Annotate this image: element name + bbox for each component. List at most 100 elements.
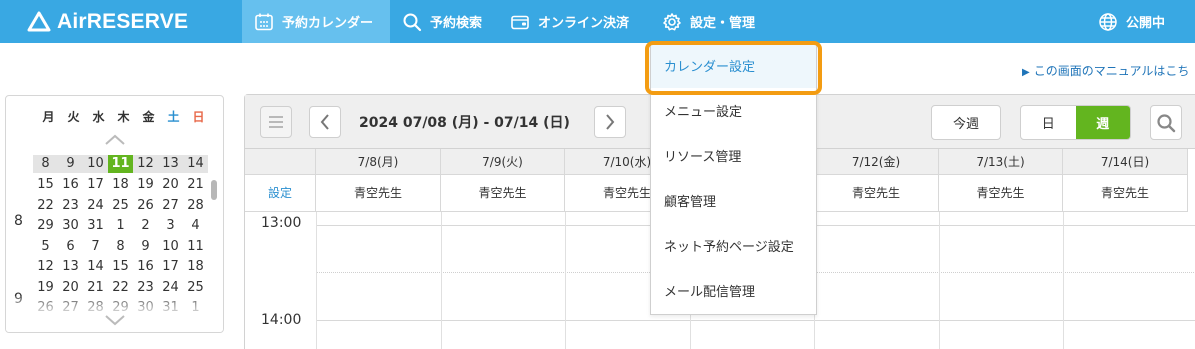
resource-name-cell[interactable]: 青空先生	[441, 175, 565, 212]
hamburger-icon	[269, 116, 283, 128]
sidebar-toggle-button[interactable]	[260, 106, 292, 138]
day-view-button[interactable]: 日	[1021, 106, 1076, 139]
mini-calendar-day[interactable]: 22	[33, 198, 58, 213]
mini-calendar-day[interactable]: 13	[58, 259, 83, 274]
mini-calendar-day[interactable]: 4	[183, 218, 208, 233]
mini-calendar-day[interactable]: 19	[133, 177, 158, 192]
resource-name-cell[interactable]: 青空先生	[316, 175, 441, 212]
logo-mark-icon	[27, 11, 51, 31]
mini-calendar-day[interactable]: 8	[108, 239, 133, 254]
nav-reservation-calendar[interactable]: 予約カレンダー	[242, 0, 390, 43]
mini-calendar-day[interactable]: 2	[133, 218, 158, 233]
resource-name-cell[interactable]: 青空先生	[939, 175, 1063, 212]
weekday-label: 月	[42, 110, 55, 124]
calendar-search-button[interactable]	[1150, 105, 1182, 140]
day-header[interactable]: 7/8(月)	[316, 149, 441, 175]
mini-calendar-day[interactable]: 29	[33, 218, 58, 233]
mini-calendar-day[interactable]: 21	[183, 177, 208, 192]
mini-calendar-day[interactable]: 6	[58, 239, 83, 254]
mini-calendar-day[interactable]: 16	[58, 177, 83, 192]
mini-calendar-day[interactable]: 15	[33, 177, 58, 192]
mini-calendar-day[interactable]: 20	[58, 280, 83, 295]
mini-calendar-day[interactable]: 18	[183, 259, 208, 274]
previous-week-button[interactable]	[309, 106, 341, 138]
mini-calendar-day[interactable]: 16	[133, 259, 158, 274]
mini-calendar-day[interactable]: 19	[33, 280, 58, 295]
chevron-down-icon[interactable]	[104, 314, 126, 326]
mini-calendar-day[interactable]: 17	[83, 177, 108, 192]
mini-calendar-week: 5 6 7 8 9 10 11	[33, 236, 208, 257]
mini-calendar-today[interactable]: 11	[108, 155, 133, 174]
next-week-button[interactable]	[594, 106, 626, 138]
mini-calendar-day[interactable]: 24	[158, 280, 183, 295]
mini-calendar-day[interactable]: 30	[58, 218, 83, 233]
highlight-box	[645, 41, 822, 95]
play-triangle-icon: ▶	[1022, 67, 1030, 78]
mini-calendar-day[interactable]: 8	[33, 155, 58, 174]
wallet-icon	[511, 15, 529, 29]
mini-calendar-day[interactable]: 17	[158, 259, 183, 274]
weekday-label-saturday: 土	[167, 110, 180, 124]
mini-calendar-week: 29 30 31 1 2 3 4	[33, 216, 208, 237]
mini-calendar-day[interactable]: 5	[33, 239, 58, 254]
mini-calendar-week: 8 9 10 11 12 13 14	[33, 154, 208, 175]
mini-calendar-day[interactable]: 28	[183, 198, 208, 213]
this-week-button[interactable]: 今週	[931, 105, 1001, 140]
nav-online-payment[interactable]: オンライン決済	[498, 0, 650, 43]
mini-calendar-day[interactable]: 9	[133, 239, 158, 254]
mini-calendar-day[interactable]: 21	[83, 280, 108, 295]
mini-calendar-day[interactable]: 20	[158, 177, 183, 192]
mini-calendar-day[interactable]: 9	[58, 155, 83, 174]
mini-calendar-day[interactable]: 10	[158, 239, 183, 254]
manual-link[interactable]: ▶ この画面のマニュアルはこち	[1022, 62, 1189, 79]
dropdown-item[interactable]: 顧客管理	[651, 178, 816, 223]
resource-name-cell[interactable]: 青空先生	[814, 175, 939, 212]
dropdown-item[interactable]: メール配信管理	[651, 268, 816, 313]
mini-calendar-day[interactable]: 13	[158, 155, 183, 174]
day-header[interactable]: 7/14(日)	[1063, 149, 1188, 175]
week-view-button[interactable]: 週	[1075, 106, 1130, 139]
mini-calendar-day[interactable]: 25	[108, 198, 133, 213]
mini-calendar-day[interactable]: 12	[133, 155, 158, 174]
chevron-up-icon[interactable]	[104, 134, 126, 146]
dropdown-item[interactable]: リソース管理	[651, 133, 816, 178]
mini-calendar-day[interactable]: 26	[133, 198, 158, 213]
view-toggle: 日 週	[1020, 105, 1131, 140]
day-column-divider	[316, 212, 317, 349]
nav-reservation-search[interactable]: 予約検索	[390, 0, 498, 43]
mini-calendar-day[interactable]: 11	[183, 239, 208, 254]
mini-calendar-day[interactable]: 25	[183, 280, 208, 295]
mini-calendar-day[interactable]: 14	[83, 259, 108, 274]
resource-setting-link[interactable]: 設定	[245, 175, 316, 212]
mini-calendar-day[interactable]: 3	[158, 218, 183, 233]
mini-calendar-day[interactable]: 12	[33, 259, 58, 274]
resource-name-cell[interactable]: 青空先生	[1063, 175, 1188, 212]
day-header[interactable]: 7/12(金)	[814, 149, 939, 175]
mini-calendar-day[interactable]: 7	[83, 239, 108, 254]
publish-status[interactable]: 公開中	[1098, 0, 1165, 43]
day-header[interactable]: 7/9(火)	[441, 149, 565, 175]
mini-calendar-day[interactable]: 23	[58, 198, 83, 213]
mini-calendar-day[interactable]: 18	[108, 177, 133, 192]
mini-calendar-days: 8 9 10 11 12 13 14 15 16 17 18 19 20 21 22 23 24 25 26 27 28…	[33, 154, 208, 318]
dropdown-item[interactable]: ネット予約ページ設定	[651, 223, 816, 268]
day-header[interactable]: 7/13(土)	[939, 149, 1063, 175]
app-logo[interactable]: AirRESERVE	[27, 9, 188, 34]
calendar-icon	[255, 13, 273, 30]
chevron-left-icon	[320, 114, 329, 130]
mini-calendar-day[interactable]: 24	[83, 198, 108, 213]
nav-settings-management[interactable]: 設定・管理	[650, 0, 772, 43]
mini-calendar-day[interactable]: 23	[133, 280, 158, 295]
mini-calendar-scrollbar[interactable]	[211, 180, 217, 200]
mini-calendar-day[interactable]: 14	[183, 155, 208, 174]
mini-calendar-day[interactable]: 15	[108, 259, 133, 274]
mini-calendar-day[interactable]: 10	[83, 155, 108, 174]
mini-calendar-day[interactable]: 22	[108, 280, 133, 295]
mini-calendar-day[interactable]: 31	[83, 218, 108, 233]
globe-icon	[1099, 12, 1117, 31]
mini-calendar-day[interactable]: 27	[158, 198, 183, 213]
nav-label: オンライン決済	[538, 16, 630, 31]
mini-calendar-week: 12 13 14 15 16 17 18	[33, 257, 208, 278]
mini-calendar: 月 火 水 木 金 土 日 8 9 10 11 12 13 14 15 16 17 18 19 20 21…	[5, 95, 224, 333]
mini-calendar-day[interactable]: 1	[108, 218, 133, 233]
